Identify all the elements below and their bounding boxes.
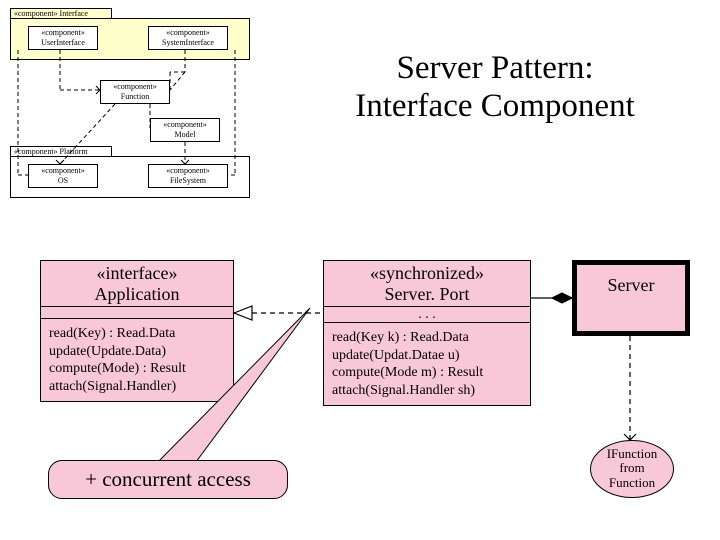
name: Application	[45, 284, 229, 305]
label: UserInterface	[31, 38, 95, 48]
label: FileSystem	[151, 176, 225, 186]
l2: from	[591, 461, 673, 475]
uml-head: «synchronized» Server. Port	[324, 261, 530, 307]
uml-ops: read(Key k) : Read.Data update(Updat.Dat…	[324, 323, 530, 405]
label: SystemInterface	[151, 38, 225, 48]
uml-head: «interface» Application	[41, 261, 233, 307]
label: «component»	[153, 120, 217, 130]
label: «component»	[151, 166, 225, 176]
label: Function	[103, 92, 167, 102]
title-line1: Server Pattern:	[280, 50, 710, 88]
comp-os: «component» OS	[28, 164, 98, 188]
server-box: Server	[572, 260, 690, 336]
label: «component»	[31, 28, 95, 38]
server-label: Server	[608, 275, 655, 295]
uml-empty-compartment	[41, 307, 233, 319]
stereo: «synchronized»	[328, 263, 526, 284]
callout-text: + concurrent access	[85, 467, 251, 491]
label: «component»	[103, 82, 167, 92]
uml-ops: read(Key) : Read.Data update(Update.Data…	[41, 319, 233, 401]
callout-concurrent-access: + concurrent access	[48, 460, 288, 499]
stereo: «interface»	[45, 263, 229, 284]
uml-interface-application: «interface» Application read(Key) : Read…	[40, 260, 234, 402]
l3: Function	[591, 476, 673, 490]
label: «component»	[151, 28, 225, 38]
comp-userinterface: «component» UserInterface	[28, 26, 98, 50]
label: OS	[31, 176, 95, 186]
uml-dots: . . .	[324, 307, 530, 323]
comp-function: «component» Function	[100, 80, 170, 104]
comp-filesystem: «component» FileSystem	[148, 164, 228, 188]
l1: IFunction	[591, 447, 673, 461]
page-title: Server Pattern: Interface Component	[280, 50, 710, 126]
comp-model: «component» Model	[150, 118, 220, 142]
comp-systeminterface: «component» SystemInterface	[148, 26, 228, 50]
ifunction-ellipse: IFunction from Function	[590, 440, 674, 498]
label: Model	[153, 130, 217, 140]
title-line2: Interface Component	[280, 88, 710, 126]
uml-server-port: «synchronized» Server. Port . . . read(K…	[323, 260, 531, 406]
label: «component»	[31, 166, 95, 176]
name: Server. Port	[328, 284, 526, 305]
